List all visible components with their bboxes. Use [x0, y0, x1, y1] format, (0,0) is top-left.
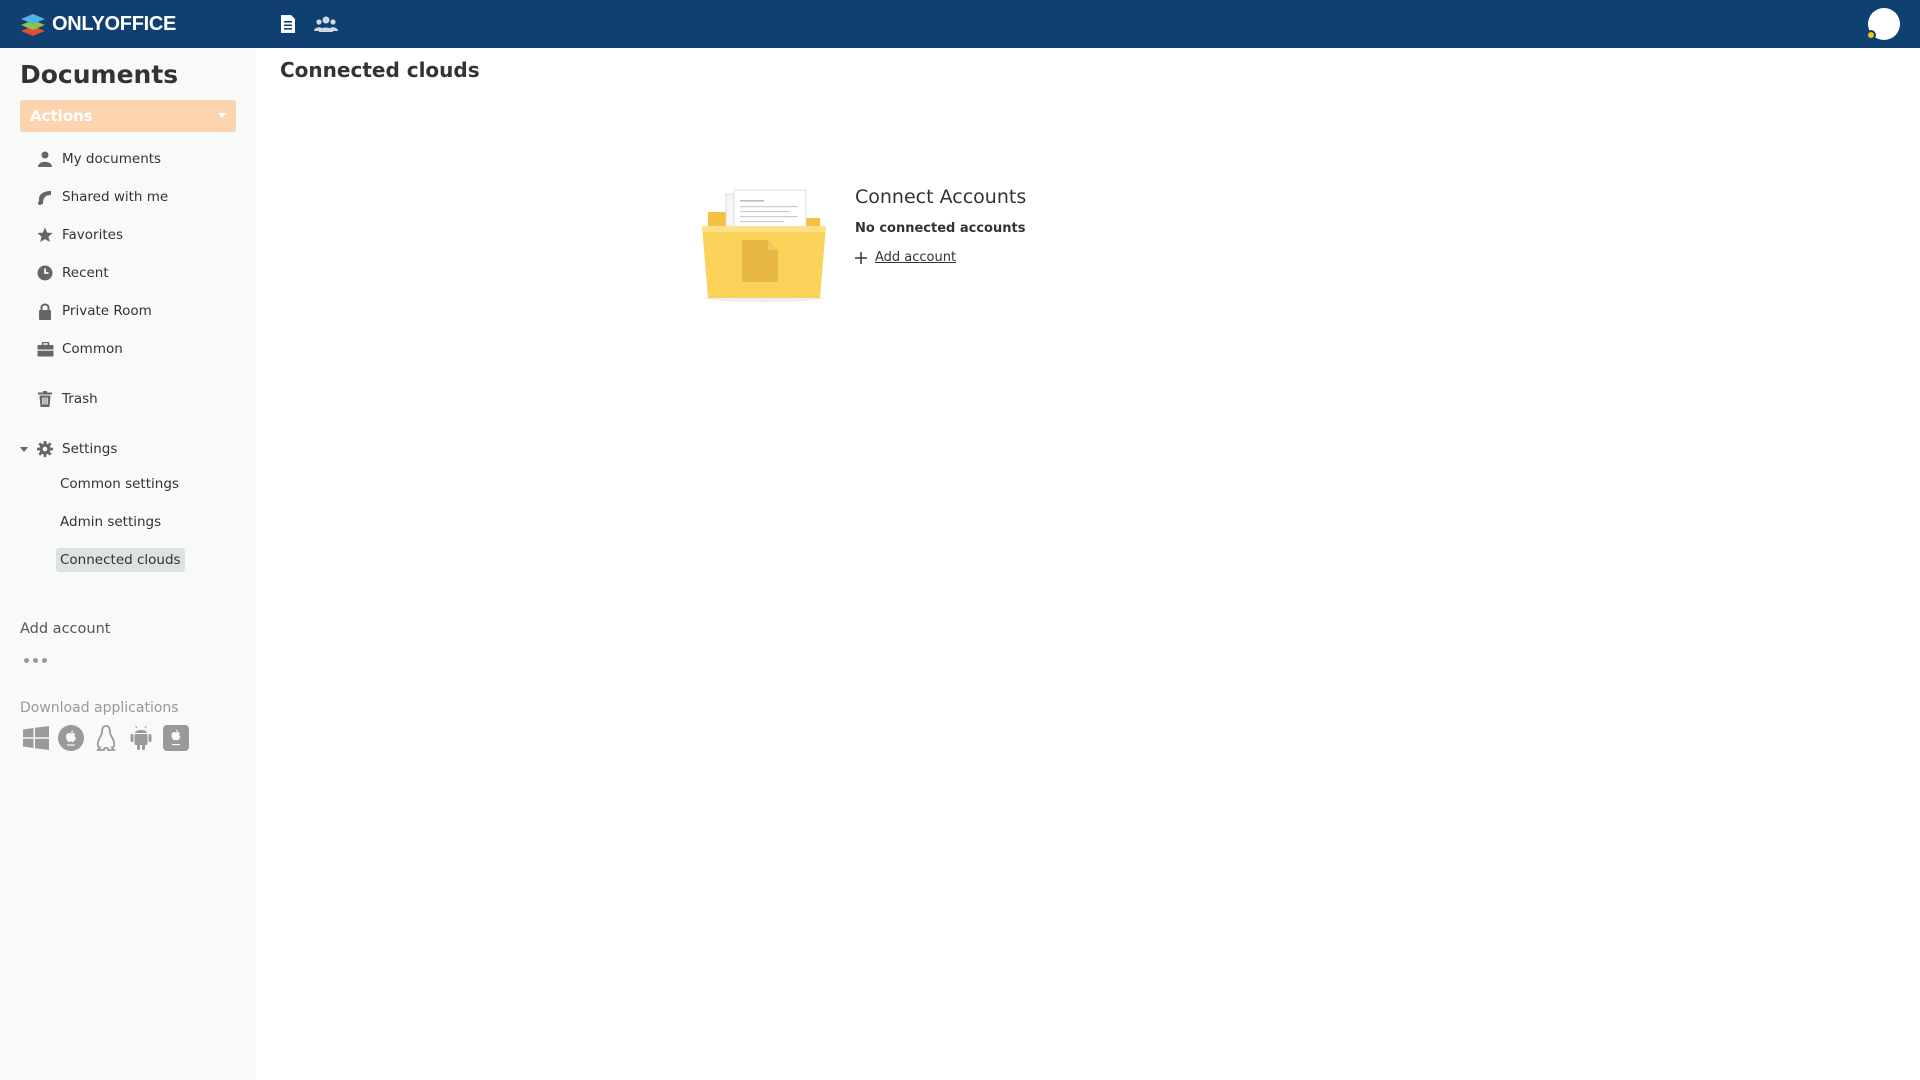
star-icon — [36, 226, 54, 244]
macos-icon[interactable] — [57, 724, 84, 751]
settings-expand-caret[interactable] — [20, 447, 28, 452]
download-applications-label: Download applications — [20, 700, 179, 716]
people-icon[interactable] — [314, 12, 339, 36]
actions-button[interactable]: Actions — [20, 100, 236, 132]
download-apps — [22, 724, 189, 751]
logo-icon — [21, 14, 45, 36]
top-navbar: ONLYOFFICE — [0, 0, 1920, 48]
add-account-label: Add account — [875, 250, 957, 265]
sidebar-item-recent[interactable]: Recent — [36, 259, 109, 287]
sidebar-item-label: Recent — [62, 265, 109, 281]
settings-item-connected-clouds[interactable]: Connected clouds — [56, 548, 185, 572]
onlyoffice-logo[interactable]: ONLYOFFICE — [20, 12, 176, 36]
sidebar-item-favorites[interactable]: Favorites — [36, 221, 123, 249]
sidebar: Documents Actions My documents Shared wi… — [0, 48, 256, 1080]
android-icon[interactable] — [127, 724, 154, 751]
sidebar-title: Documents — [20, 60, 179, 89]
sidebar-item-label: Settings — [62, 441, 118, 457]
shared-icon — [36, 188, 54, 206]
sidebar-item-trash[interactable]: Trash — [36, 385, 98, 413]
sidebar-item-shared-with-me[interactable]: Shared with me — [36, 183, 168, 211]
trash-icon — [36, 390, 54, 408]
sidebar-item-label: Favorites — [62, 227, 123, 243]
empty-state-title: Connect Accounts — [855, 186, 1027, 208]
sidebar-item-label: Shared with me — [62, 189, 169, 205]
folder-illustration — [700, 186, 830, 310]
sidebar-item-settings[interactable]: Settings — [36, 435, 117, 463]
linux-icon[interactable] — [92, 724, 119, 751]
user-icon — [36, 150, 54, 168]
add-account-button[interactable]: Add account — [855, 250, 956, 265]
clock-icon — [36, 264, 54, 282]
ios-icon[interactable] — [162, 724, 189, 751]
sidebar-item-common[interactable]: Common — [36, 335, 123, 363]
sidebar-item-label: Private Room — [62, 303, 152, 319]
sidebar-item-private-room[interactable]: Private Room — [36, 297, 152, 325]
more-accounts-dots[interactable] — [24, 658, 47, 663]
settings-item-admin-settings[interactable]: Admin settings — [56, 510, 165, 534]
brand-name: ONLYOFFICE — [52, 12, 177, 35]
briefcase-icon — [36, 340, 54, 358]
documents-icon[interactable] — [276, 12, 300, 36]
page-title: Connected clouds — [280, 58, 480, 82]
windows-icon[interactable] — [22, 724, 49, 751]
settings-item-common-settings[interactable]: Common settings — [56, 472, 183, 496]
add-account-link[interactable]: Add account — [20, 621, 110, 637]
sidebar-item-label: Trash — [62, 391, 98, 407]
sidebar-item-label: Common — [62, 341, 123, 357]
lock-icon — [36, 302, 54, 320]
gear-icon — [36, 440, 54, 458]
sidebar-item-my-documents[interactable]: My documents — [36, 145, 161, 173]
status-dot — [1866, 30, 1876, 40]
empty-state-subtitle: No connected accounts — [855, 221, 1026, 236]
sidebar-item-label: My documents — [62, 151, 162, 167]
empty-state: Connect Accounts No connected accounts A… — [700, 180, 1300, 320]
plus-icon — [855, 251, 867, 264]
actions-label: Actions — [30, 107, 93, 125]
user-avatar[interactable] — [1866, 8, 1900, 40]
chevron-down-icon — [218, 113, 226, 118]
